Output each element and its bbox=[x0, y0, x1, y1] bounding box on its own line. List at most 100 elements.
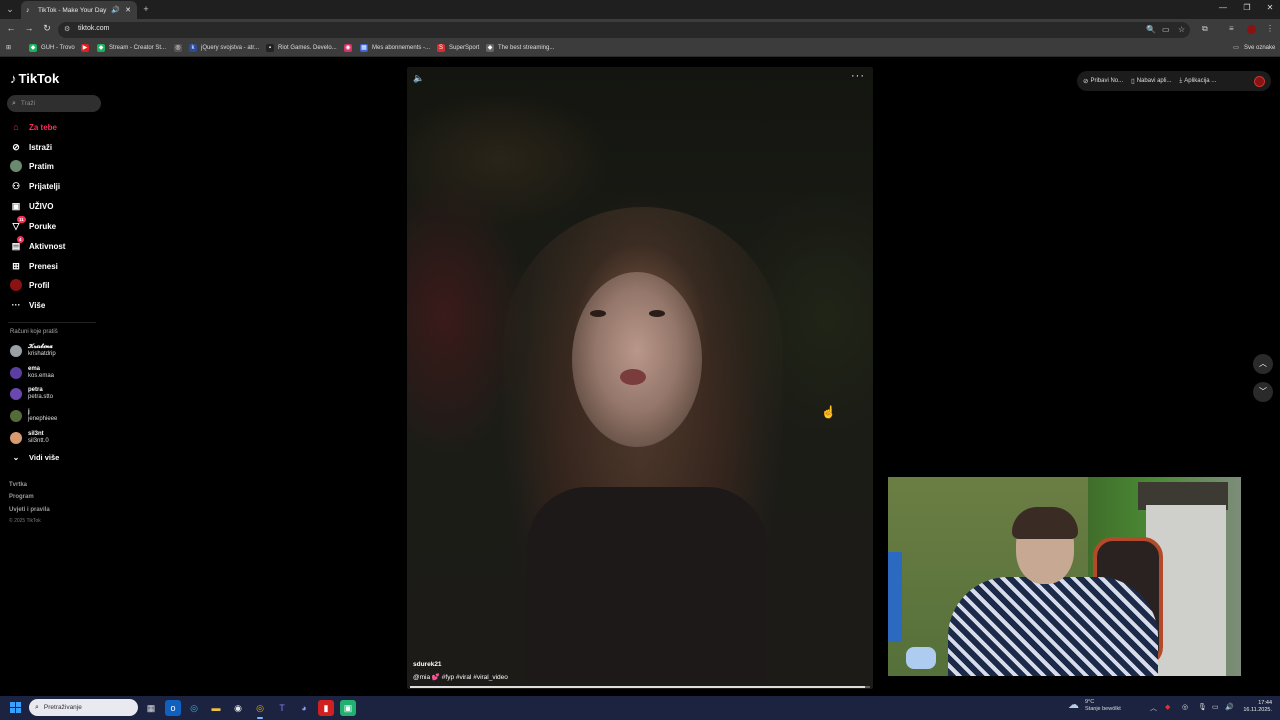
bookmark-item[interactable]: ◎ bbox=[174, 44, 186, 52]
video-username[interactable]: sdurek21 bbox=[413, 661, 442, 668]
next-video-button[interactable]: ﹀ bbox=[1253, 382, 1273, 402]
footer-link-program[interactable]: Program bbox=[9, 494, 34, 500]
bookmark-item[interactable]: ◉ bbox=[344, 44, 356, 52]
extensions-icon[interactable]: ⧉ bbox=[1202, 24, 1208, 34]
video-caption[interactable]: @mia 💕 #fyp #viral #viral_video bbox=[413, 673, 508, 681]
globe-icon: ◎ bbox=[174, 44, 182, 52]
followed-account[interactable]: sil3nt sil3ntt.0 bbox=[10, 431, 49, 445]
profile-avatar-icon[interactable] bbox=[1247, 25, 1256, 34]
webcam-person-hoodie bbox=[948, 577, 1158, 676]
download-icon: ⤓ bbox=[1179, 77, 1183, 84]
browser-tab-active[interactable]: ♪ TikTok - Make Your Day 🔊 ✕ bbox=[21, 1, 137, 19]
account-name: ema bbox=[28, 366, 41, 372]
zoom-icon[interactable]: 🔍 bbox=[1146, 25, 1156, 34]
cast-icon[interactable]: ▭ bbox=[1162, 25, 1170, 34]
back-arrow-icon[interactable]: ← bbox=[4, 23, 18, 33]
search-input[interactable]: ⌕ Traži bbox=[7, 95, 101, 112]
followed-account[interactable]: 𝓚𝓻𝓲𝓼𝓽𝓲𝓷𝓪 krishatdrip bbox=[10, 344, 56, 358]
media-controls-icon[interactable]: ≡ bbox=[1229, 24, 1234, 33]
account-name: 𝓚𝓻𝓲𝓼𝓽𝓲𝓷𝓪 bbox=[28, 344, 53, 350]
more-options-icon[interactable]: ··· bbox=[851, 70, 865, 82]
all-bookmarks-label: Sve oznake bbox=[1244, 45, 1276, 51]
bookmark-item[interactable]: ▶ bbox=[81, 44, 93, 52]
site-info-icon[interactable]: ⚙ bbox=[64, 25, 70, 33]
nav-profile[interactable]: Profil bbox=[10, 279, 49, 291]
riot-icon: ▪ bbox=[266, 44, 274, 52]
followed-account[interactable]: ema kos.emaa bbox=[10, 366, 54, 380]
get-app-button[interactable]: ▯ Nabavi apli... bbox=[1131, 77, 1171, 85]
search-icon: ⌕ bbox=[35, 703, 39, 711]
previous-video-button[interactable]: ︿ bbox=[1253, 354, 1273, 374]
bookmark-item[interactable]: ◆ The best streaming... bbox=[486, 44, 554, 52]
file-explorer-icon[interactable]: ▬ bbox=[208, 700, 224, 716]
get-coins-button[interactable]: ⊘ Pribavi No... bbox=[1083, 77, 1123, 85]
followed-account[interactable]: petra petra.stto bbox=[10, 387, 53, 401]
window-close-icon[interactable]: ✕ bbox=[1260, 3, 1280, 12]
app-red-icon[interactable]: ▮ bbox=[318, 700, 334, 716]
tiktok-logo[interactable]: ♪ TikTok bbox=[10, 71, 59, 86]
volume-icon[interactable]: 🔈 bbox=[413, 73, 424, 84]
forward-arrow-icon[interactable]: → bbox=[22, 23, 36, 33]
app-green-icon[interactable]: ▣ bbox=[340, 700, 356, 716]
home-icon: ⌂ bbox=[13, 122, 19, 132]
apps-grid-icon[interactable]: ⊞ bbox=[6, 44, 11, 51]
nav-live[interactable]: ▣ UŽIVO bbox=[10, 200, 54, 212]
desktop-app-button[interactable]: ⤓ Aplikacija ... bbox=[1179, 77, 1216, 85]
video-player[interactable]: 🔈 ··· sdurek21 @mia 💕 #fyp #viral #viral… bbox=[407, 67, 873, 689]
avatar bbox=[10, 432, 22, 444]
nav-more[interactable]: ··· Više bbox=[10, 299, 46, 311]
browser-toolbar: ← → ↻ ⚙ tiktok.com 🔍 ▭ ☆ ⧉ ≡ ⋮ bbox=[0, 19, 1280, 41]
teams-icon[interactable]: T bbox=[274, 700, 290, 716]
bookmark-item[interactable]: k jQuery svojstva - atr... bbox=[189, 44, 259, 52]
address-bar[interactable]: ⚙ tiktok.com 🔍 ▭ ☆ bbox=[58, 22, 1190, 38]
footer-link-company[interactable]: Tvrtka bbox=[9, 482, 27, 488]
nav-explore[interactable]: ⊘ Istraži bbox=[10, 141, 52, 153]
user-avatar[interactable] bbox=[1254, 75, 1265, 87]
tray-overflow-chevron-icon[interactable]: ︿ bbox=[1150, 703, 1157, 713]
followed-account[interactable]: j jenephieee bbox=[10, 409, 57, 423]
windows-start-icon[interactable] bbox=[10, 702, 22, 714]
bookmark-item[interactable]: S SuperSport bbox=[437, 44, 479, 52]
speaker-icon[interactable]: 🔊 bbox=[1225, 703, 1234, 711]
tab-close-icon[interactable]: ✕ bbox=[125, 6, 131, 14]
tab-search-chevron-icon[interactable]: ⌄ bbox=[4, 3, 16, 15]
nav-upload[interactable]: ⊞ Prenesi bbox=[10, 260, 58, 272]
all-bookmarks[interactable]: ▭ Sve oznake bbox=[1232, 44, 1275, 52]
video-progress-bar[interactable] bbox=[410, 686, 870, 688]
chevron-down-icon: ﹀ bbox=[1259, 387, 1267, 396]
trovo-icon: ◆ bbox=[97, 44, 105, 52]
tray-app-icon[interactable]: ◆ bbox=[1165, 703, 1170, 711]
discord-icon[interactable]: ◕ bbox=[296, 700, 312, 716]
chevron-down-icon: ⌄ bbox=[12, 453, 20, 462]
nav-for-you[interactable]: ⌂ Za tebe bbox=[10, 121, 57, 133]
nav-friends[interactable]: ⚇ Prijatelji bbox=[10, 180, 60, 192]
microphone-icon[interactable]: 🎙 bbox=[1198, 703, 1207, 711]
browser-menu-icon[interactable]: ⋮ bbox=[1266, 24, 1274, 33]
see-more-button[interactable]: ⌄ Vidi više bbox=[10, 453, 60, 462]
nav-messages[interactable]: ▽ 11 Poruke bbox=[10, 216, 56, 232]
reload-icon[interactable]: ↻ bbox=[40, 23, 54, 34]
bookmark-item[interactable]: ▦ Mes abonnements -... bbox=[360, 44, 430, 52]
taskbar-search-input[interactable]: ⌕ Pretraživanje bbox=[29, 699, 138, 716]
nav-activity[interactable]: ▤ 4 Aktivnost bbox=[10, 236, 65, 252]
weather-widget[interactable]: ☁ 9°C Stanje bewölkt bbox=[1068, 699, 1121, 712]
restore-icon[interactable]: ❐ bbox=[1237, 3, 1257, 12]
tray-network-app-icon[interactable]: ◎ bbox=[1182, 703, 1188, 711]
bookmark-item[interactable]: ◆ GUH - Trovo bbox=[29, 44, 75, 52]
taskbar-clock[interactable]: 17:44 16.11.2025. bbox=[1240, 700, 1272, 714]
display-icon[interactable]: ▭ bbox=[1212, 703, 1219, 711]
task-view-icon[interactable]: ▦ bbox=[143, 700, 159, 716]
bookmark-item[interactable]: ◆ Stream - Creator St... bbox=[97, 44, 166, 52]
footer-link-terms[interactable]: Uvjeti i pravila bbox=[9, 507, 50, 513]
chrome-icon[interactable]: ◎ bbox=[252, 700, 268, 716]
nav-following[interactable]: Pratim bbox=[10, 160, 54, 172]
new-tab-plus-icon[interactable]: + bbox=[140, 3, 152, 15]
mouse-cursor-icon: ☝ bbox=[821, 405, 836, 419]
minimize-icon[interactable]: — bbox=[1213, 3, 1233, 12]
tab-audio-icon[interactable]: 🔊 bbox=[111, 6, 120, 14]
outlook-icon[interactable]: o bbox=[165, 700, 181, 716]
edge-icon[interactable]: ◎ bbox=[186, 700, 202, 716]
bookmark-item[interactable]: ▪ Riot Games. Develo... bbox=[266, 44, 337, 52]
obs-icon[interactable]: ◉ bbox=[230, 700, 246, 716]
bookmark-star-icon[interactable]: ☆ bbox=[1178, 25, 1185, 34]
